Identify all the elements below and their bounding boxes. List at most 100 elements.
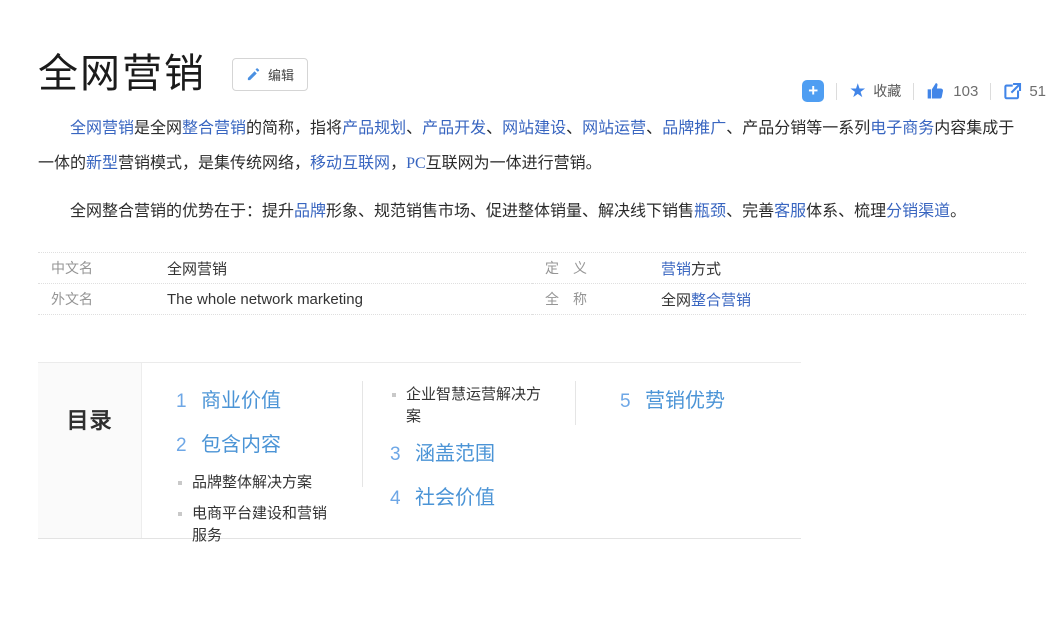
toc-subitem[interactable]: 品牌整体解决方案: [178, 472, 362, 494]
infobox-label: 全 称: [532, 289, 661, 309]
text-run: 、产品分销等一系列: [726, 120, 870, 137]
toc-heading: 目录: [38, 363, 142, 538]
text-run: 是全网: [134, 120, 182, 137]
inline-link[interactable]: 整合营销: [182, 120, 246, 137]
inline-link[interactable]: 电子商务: [870, 120, 934, 137]
toc-column: 5 营销优势: [575, 384, 725, 428]
pencil-icon: [246, 67, 261, 82]
add-button[interactable]: +: [802, 80, 824, 102]
toc-item-link[interactable]: 营销优势: [645, 384, 725, 413]
toc-item-number: 4: [390, 488, 402, 510]
text-run: 、: [486, 120, 502, 137]
inline-link[interactable]: 整合营销: [691, 292, 751, 309]
toc-item-link[interactable]: 商业价值: [201, 384, 281, 413]
infobox-label: 定 义: [532, 258, 661, 278]
text-run: 、: [406, 120, 422, 137]
bullet-square-icon: [392, 393, 396, 397]
inline-link[interactable]: 全网营销: [70, 120, 134, 137]
text-run: 全网整合营销的优势在于：提升: [70, 203, 294, 220]
text-run: 全网: [661, 292, 691, 309]
infobox-value: 全网整合营销: [661, 289, 751, 310]
text-run: 、完善: [726, 203, 774, 220]
toc-item[interactable]: 1 商业价值: [176, 384, 362, 413]
inline-link[interactable]: 产品规划: [342, 120, 406, 137]
toc-column-divider: [575, 381, 576, 425]
text-run: 形象、规范销售市场、促进整体销量、解决线下销售: [326, 203, 694, 220]
toc-column-divider: [362, 381, 363, 487]
infobox-value: The whole network marketing: [167, 291, 363, 308]
inline-link[interactable]: 客服: [774, 203, 806, 220]
toc-item-link[interactable]: 社会价值: [415, 481, 495, 510]
toolbar-divider: [913, 83, 914, 100]
inline-link[interactable]: PC: [406, 155, 426, 172]
inline-link[interactable]: 移动互联网: [310, 155, 390, 172]
collect-label: 收藏: [873, 81, 901, 101]
inline-link[interactable]: 营销: [661, 261, 691, 278]
toc-item[interactable]: 3 涵盖范围: [390, 437, 575, 466]
inline-link[interactable]: 分销渠道: [886, 203, 950, 220]
edit-button-label: 编辑: [268, 65, 294, 84]
bullet-square-icon: [178, 481, 182, 485]
toc-columns: 1商业价值2包含内容品牌整体解决方案电商平台建设和营销服务企业智慧运营解决方案3…: [142, 363, 725, 538]
toc-item-number: 3: [390, 444, 402, 466]
inline-link[interactable]: 网站运营: [582, 120, 646, 137]
text-run: 、: [566, 120, 582, 137]
toc-item[interactable]: 4 社会价值: [390, 481, 575, 510]
text-run: 全网营销: [167, 261, 227, 278]
edit-button[interactable]: 编辑: [232, 58, 308, 91]
infobox-cell: 中文名全网营销: [38, 253, 532, 284]
inline-link[interactable]: 品牌推广: [662, 120, 726, 137]
toc-item-number: 2: [176, 435, 188, 457]
article: 全网营销 编辑 全网营销是全网整合营销的简称，指将产品规划、产品开发、网站建设、…: [0, 50, 1054, 539]
infobox-cell: 全 称全网整合营销: [532, 284, 1026, 315]
infobox-label: 外文名: [38, 289, 167, 309]
infobox: 中文名全网营销定 义营销方式外文名The whole network marke…: [38, 252, 1026, 315]
toc-column: 1 商业价值 2 包含内容品牌整体解决方案电商平台建设和营销服务: [176, 384, 362, 556]
bullet-square-icon: [178, 512, 182, 516]
toolbar: + ★ 收藏 103 51: [802, 80, 1046, 102]
toc-subitem[interactable]: 企业智慧运营解决方案: [392, 384, 575, 428]
toc-item-number: 1: [176, 391, 188, 413]
toc-item-link[interactable]: 包含内容: [201, 428, 281, 457]
text-run: ，: [390, 155, 406, 172]
toc-item-number: 5: [620, 391, 632, 413]
inline-link[interactable]: 新型: [86, 155, 118, 172]
collect-button[interactable]: ★ 收藏: [849, 81, 901, 101]
toc-subitem-label: 品牌整体解决方案: [192, 472, 312, 494]
page-title: 全网营销: [38, 51, 206, 97]
text-run: 营销模式，是集传统网络，: [118, 155, 310, 172]
text-run: 、: [646, 120, 662, 137]
inline-link[interactable]: 瓶颈: [694, 203, 726, 220]
infobox-cell: 定 义营销方式: [532, 253, 1026, 284]
inline-link[interactable]: 品牌: [294, 203, 326, 220]
paragraph: 全网整合营销的优势在于：提升品牌形象、规范销售市场、促进整体销量、解决线下销售瓶…: [38, 194, 1026, 229]
inline-link[interactable]: 产品开发: [422, 120, 486, 137]
share-button[interactable]: 51: [1003, 82, 1046, 101]
text-run: 互联网为一体进行营销。: [426, 155, 602, 172]
toolbar-divider: [836, 83, 837, 100]
toc-subitem-label: 电商平台建设和营销服务: [192, 503, 333, 547]
text-run: 方式: [691, 261, 721, 278]
text-run: 。: [950, 203, 966, 220]
toc-item[interactable]: 2 包含内容: [176, 428, 362, 457]
share-count: 51: [1029, 83, 1046, 100]
toc: 目录 1商业价值2包含内容品牌整体解决方案电商平台建设和营销服务企业智慧运营解决…: [38, 362, 801, 539]
infobox-value: 营销方式: [661, 258, 721, 279]
like-count: 103: [953, 83, 978, 100]
toc-subitem-label: 企业智慧运营解决方案: [406, 384, 547, 428]
star-icon: ★: [849, 82, 866, 101]
share-icon: [1003, 82, 1022, 101]
text-run: The whole network marketing: [167, 291, 363, 308]
toolbar-divider: [990, 83, 991, 100]
toc-item-link[interactable]: 涵盖范围: [415, 437, 495, 466]
inline-link[interactable]: 网站建设: [502, 120, 566, 137]
toc-item[interactable]: 5 营销优势: [620, 384, 725, 413]
text-run: 的简称，指将: [246, 120, 342, 137]
toc-subitem[interactable]: 电商平台建设和营销服务: [178, 503, 362, 547]
text-run: 体系、梳理: [806, 203, 886, 220]
infobox-value: 全网营销: [167, 258, 227, 279]
paragraph: 全网营销是全网整合营销的简称，指将产品规划、产品开发、网站建设、网站运营、品牌推…: [38, 111, 1026, 181]
like-button[interactable]: 103: [926, 81, 978, 101]
intro-paragraphs: 全网营销是全网整合营销的简称，指将产品规划、产品开发、网站建设、网站运营、品牌推…: [38, 111, 1026, 229]
thumbs-up-icon: [926, 81, 946, 101]
